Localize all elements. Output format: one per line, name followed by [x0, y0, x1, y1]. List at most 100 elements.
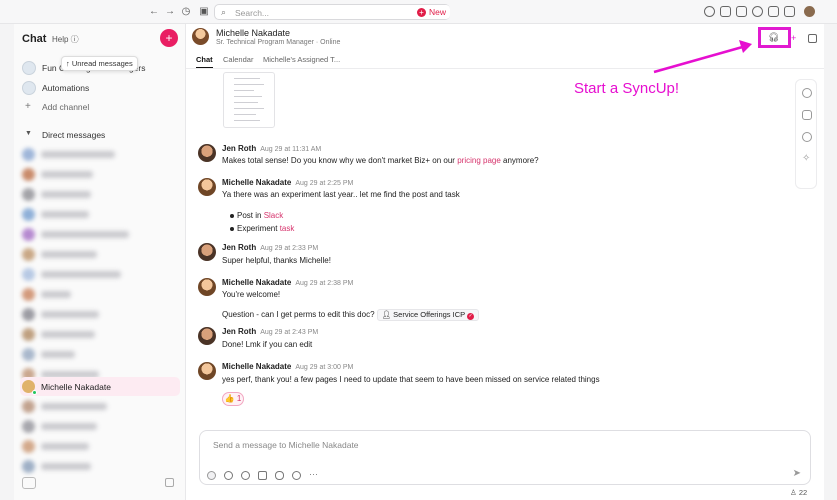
- dm-row[interactable]: [20, 265, 180, 284]
- task-link[interactable]: task: [280, 224, 295, 233]
- sidebar-item-label: Automations: [42, 83, 90, 93]
- bullet: [230, 227, 234, 231]
- add-channel-label: Add channel: [42, 102, 90, 112]
- video-icon[interactable]: [736, 6, 747, 17]
- dm-row[interactable]: [20, 457, 180, 476]
- dm-row[interactable]: [20, 145, 180, 164]
- video-icon[interactable]: [258, 471, 267, 480]
- user-avatar[interactable]: [804, 6, 815, 17]
- doc-icon[interactable]: [720, 6, 731, 17]
- dm-row[interactable]: [20, 185, 180, 204]
- dm-row[interactable]: [20, 165, 180, 184]
- message-author: Jen Roth Aug 29 at 2:33 PM: [222, 243, 318, 252]
- more-icon[interactable]: ···: [309, 470, 318, 480]
- doc-chip[interactable]: 👤︎ Service Offerings ICP ✓: [376, 309, 480, 321]
- pricing-page-link[interactable]: pricing page: [457, 156, 501, 165]
- slack-link[interactable]: Slack: [264, 211, 284, 220]
- sidebar-toggle-icon[interactable]: [22, 477, 36, 489]
- message-time: Aug 29 at 2:38 PM: [295, 280, 354, 287]
- chat-sidebar: Chat Help ⓘ + Fun Co-Program Managers ↑ …: [14, 24, 186, 500]
- dm-row[interactable]: [20, 417, 180, 436]
- redacted-name: [41, 351, 75, 358]
- dm-row[interactable]: [20, 437, 180, 456]
- comment-icon[interactable]: [802, 110, 812, 120]
- avatar: [22, 460, 35, 473]
- message-text: Ya there was an experiment last year.. l…: [222, 190, 460, 199]
- headset-icon[interactable]: 🎧︎: [768, 32, 779, 43]
- avatar: [192, 28, 209, 45]
- channel-icon: [22, 61, 36, 75]
- add-channel-button[interactable]: + Add channel: [22, 99, 178, 115]
- tab-calendar[interactable]: Calendar: [223, 55, 253, 64]
- redacted-name: [41, 331, 95, 338]
- send-icon[interactable]: ➤: [793, 468, 801, 479]
- search-icon[interactable]: [802, 88, 812, 98]
- dm-row[interactable]: [20, 225, 180, 244]
- dm-row[interactable]: [20, 345, 180, 364]
- tab-chat[interactable]: Chat: [196, 55, 213, 68]
- dm-row[interactable]: [20, 397, 180, 416]
- dm-row-active[interactable]: Michelle Nakadate: [20, 377, 180, 396]
- author-name: Jen Roth: [222, 243, 257, 252]
- message-composer[interactable]: Send a message to Michelle Nakadate ··· …: [199, 430, 811, 485]
- redacted-name: [41, 171, 93, 178]
- avatar: [198, 144, 216, 162]
- top-bar: ← → ◷ ▣ ⌕ Search... ✦ +New: [0, 0, 837, 24]
- redacted-name: [41, 291, 71, 298]
- message-author: Jen Roth Aug 29 at 11:31 AM: [222, 144, 321, 153]
- dm-row[interactable]: [20, 305, 180, 324]
- message-text: You're welcome!: [222, 290, 281, 299]
- sparkle-icon[interactable]: ✧: [802, 154, 812, 164]
- message-text: Super helpful, thanks Michelle!: [222, 256, 331, 265]
- redacted-name: [41, 271, 121, 278]
- redacted-name: [41, 423, 97, 430]
- sparkle-icon[interactable]: +: [791, 33, 796, 43]
- back-arrow-icon[interactable]: ←: [148, 6, 160, 18]
- avatar: [22, 248, 35, 261]
- dm-row[interactable]: [20, 205, 180, 224]
- text-segment: Makes total sense! Do you know why we do…: [222, 156, 458, 165]
- dm-row[interactable]: [20, 245, 180, 264]
- avatar: [198, 243, 216, 261]
- history-icon[interactable]: ◷: [180, 6, 192, 18]
- author-name: Michelle Nakadate: [222, 278, 292, 287]
- redacted-name: [41, 231, 129, 238]
- mention-icon[interactable]: [224, 471, 233, 480]
- text-segment: anymore?: [500, 156, 539, 165]
- dm-row[interactable]: [20, 285, 180, 304]
- tab-assigned-tasks[interactable]: Michelle's Assigned T...: [263, 55, 340, 64]
- avatar: [22, 348, 35, 361]
- attachment-icon[interactable]: [292, 471, 301, 480]
- composer-placeholder: Send a message to Michelle Nakadate: [213, 440, 359, 450]
- redacted-name: [41, 151, 115, 158]
- conversation-subtitle: Sr. Technical Program Manager · Online: [216, 39, 341, 46]
- dm-row[interactable]: [20, 325, 180, 344]
- check-circle-icon[interactable]: [704, 6, 715, 17]
- new-chat-button[interactable]: +: [160, 29, 178, 47]
- message-author: Jen Roth Aug 29 at 2:43 PM: [222, 327, 318, 336]
- check-circle-icon[interactable]: [802, 132, 812, 142]
- side-panel-icon[interactable]: [808, 34, 817, 43]
- help-link[interactable]: Help ⓘ: [52, 34, 79, 45]
- new-button[interactable]: + New: [413, 5, 451, 19]
- person-icon: 👤︎: [381, 310, 392, 319]
- notepad-icon[interactable]: [768, 6, 779, 17]
- alarm-clock-icon[interactable]: [752, 6, 763, 17]
- apps-grid-icon[interactable]: [784, 6, 795, 17]
- direct-messages-header[interactable]: ▼ Direct messages: [22, 127, 178, 143]
- author-name: Michelle Nakadate: [222, 362, 292, 371]
- reaction-thumbs-up[interactable]: 👍 1: [222, 392, 244, 406]
- microphone-icon[interactable]: [275, 471, 284, 480]
- notification-badge[interactable]: ♙ 22: [790, 488, 807, 497]
- layout-icon[interactable]: [165, 478, 174, 487]
- emoji-icon[interactable]: [241, 471, 250, 480]
- plus-icon[interactable]: [207, 471, 216, 480]
- sidebar-item-automations[interactable]: Automations: [22, 80, 178, 96]
- forward-arrow-icon[interactable]: →: [164, 6, 176, 18]
- avatar: [198, 362, 216, 380]
- message-author: Michelle Nakadate Aug 29 at 2:25 PM: [222, 178, 353, 187]
- calendar-icon[interactable]: ▣: [198, 6, 210, 18]
- avatar: [22, 288, 35, 301]
- sidebar-title: Chat: [22, 33, 47, 45]
- document-thumbnail[interactable]: [223, 72, 275, 128]
